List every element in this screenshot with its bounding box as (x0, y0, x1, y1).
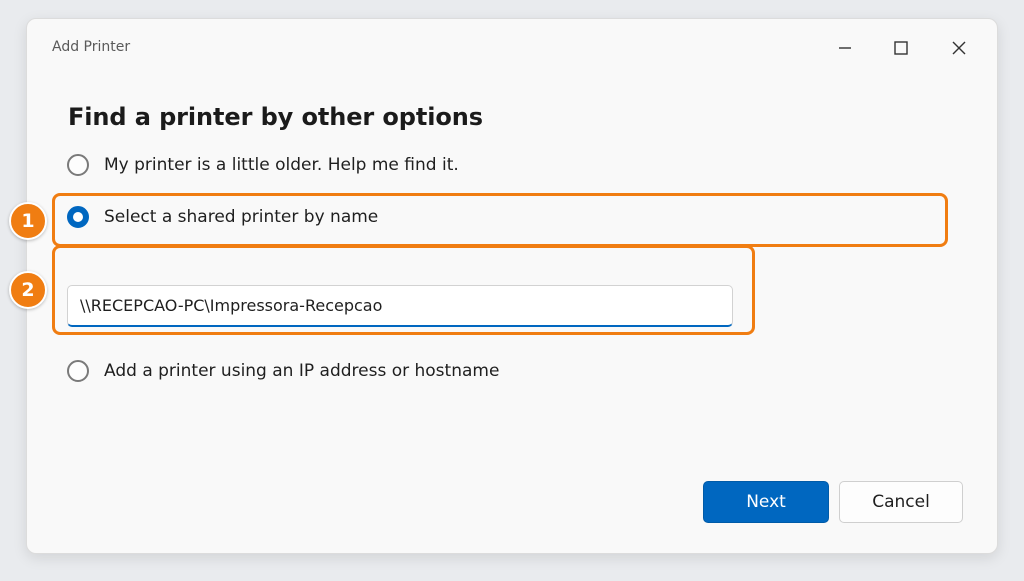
close-icon (952, 41, 966, 55)
option-label: Add a printer using an IP address or hos… (104, 361, 500, 381)
shared-printer-name-input[interactable] (67, 285, 733, 327)
ip-address-radio[interactable] (67, 360, 89, 382)
option-label: My printer is a little older. Help me fi… (104, 155, 459, 175)
cancel-button[interactable]: Cancel (839, 481, 963, 523)
window-title: Add Printer (52, 39, 131, 55)
close-button[interactable] (944, 33, 974, 63)
add-printer-dialog: Add Printer Find a printer by other opti… (26, 18, 998, 554)
minimize-button[interactable] (830, 33, 860, 63)
step-badge-1: 1 (9, 202, 47, 240)
next-button[interactable]: Next (703, 481, 829, 523)
older-printer-radio[interactable] (67, 154, 89, 176)
option-label: Select a shared printer by name (104, 207, 379, 227)
page-title: Find a printer by other options (68, 103, 483, 131)
option-ip-address[interactable]: Add a printer using an IP address or hos… (67, 357, 499, 385)
minimize-icon (839, 47, 851, 49)
maximize-button[interactable] (886, 33, 916, 63)
option-shared-printer[interactable]: Select a shared printer by name (67, 203, 378, 231)
step-badge-2: 2 (9, 271, 47, 309)
maximize-icon (894, 41, 908, 55)
shared-printer-radio[interactable] (67, 206, 89, 228)
option-older-printer[interactable]: My printer is a little older. Help me fi… (67, 151, 459, 179)
